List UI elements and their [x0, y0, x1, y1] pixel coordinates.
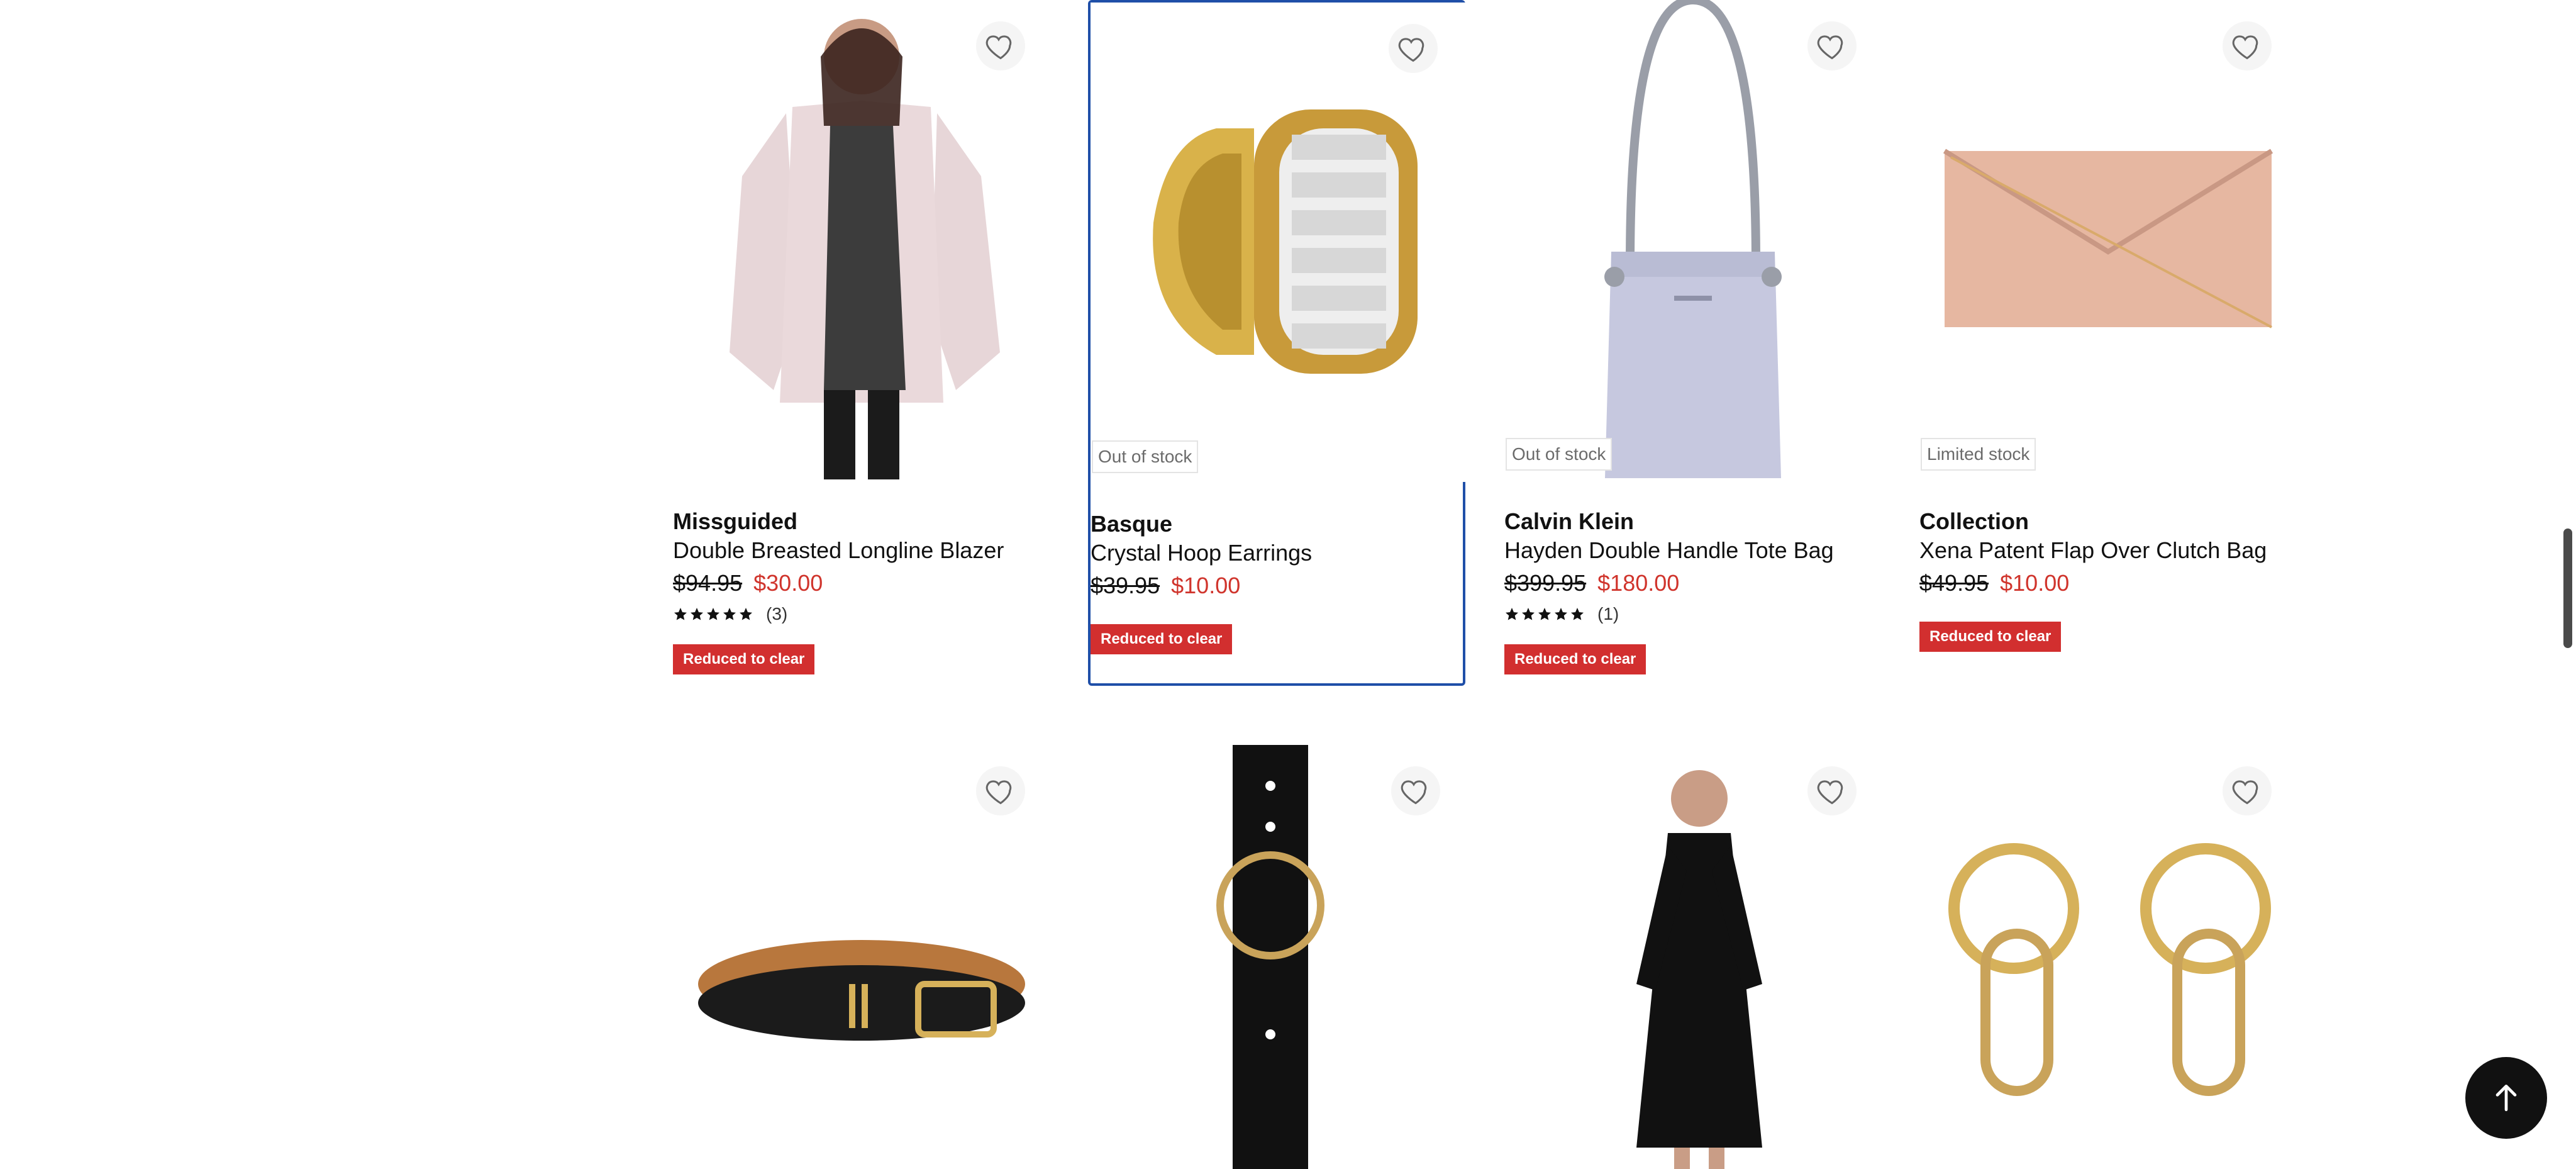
product-card[interactable]: [1504, 745, 1882, 1169]
rating[interactable]: (3): [673, 604, 787, 624]
product-name[interactable]: Hayden Double Handle Tote Bag: [1504, 537, 1834, 564]
product-name[interactable]: Crystal Hoop Earrings: [1091, 540, 1312, 566]
heart-outline-icon: [1817, 35, 1843, 60]
product-grid: Missguided Double Breasted Longline Blaz…: [0, 0, 2576, 1169]
scrollbar-thumb[interactable]: [2563, 529, 2572, 648]
product-brand[interactable]: Collection: [1919, 508, 2029, 535]
wishlist-button[interactable]: [1807, 21, 1857, 70]
review-count: (1): [1597, 604, 1619, 624]
product-image-earrings[interactable]: [1091, 3, 1468, 482]
price-now: $180.00: [1597, 570, 1680, 596]
wishlist-button[interactable]: [2223, 766, 2272, 815]
product-card[interactable]: [1088, 745, 1465, 1169]
star-icon: [1538, 608, 1551, 620]
price-now: $30.00: [753, 570, 823, 596]
product-card[interactable]: Missguided Double Breasted Longline Blaz…: [673, 0, 1050, 680]
product-brand[interactable]: Missguided: [673, 508, 797, 535]
product-card[interactable]: Limited stock Collection Xena Patent Fla…: [1919, 0, 2297, 680]
heart-outline-icon: [2232, 780, 2258, 805]
heart-outline-icon: [1817, 780, 1843, 805]
product-card[interactable]: Out of stock Calvin Klein Hayden Double …: [1504, 0, 1882, 680]
promo-tag: Reduced to clear: [1919, 622, 2062, 652]
product-image-clutch-bag[interactable]: [1919, 0, 2297, 479]
product-card[interactable]: Out of stock Basque Crystal Hoop Earring…: [1088, 0, 1468, 686]
wishlist-button[interactable]: [1391, 766, 1440, 815]
promo-tag: Reduced to clear: [1504, 644, 1646, 674]
stock-badge: Out of stock: [1506, 438, 1613, 471]
star-icon: [1571, 608, 1584, 620]
review-count: (3): [766, 604, 788, 624]
promo-tag: Reduced to clear: [673, 644, 815, 674]
star-icon: [723, 608, 736, 620]
product-price: $399.95 $180.00: [1504, 570, 1679, 596]
heart-outline-icon: [2232, 35, 2258, 60]
stock-badge: Limited stock: [1921, 438, 2036, 471]
heart-outline-icon: [985, 780, 1012, 805]
star-icon: [1555, 608, 1567, 620]
stars: [1504, 607, 1585, 622]
arrow-up-icon: [2496, 1085, 2517, 1111]
rating[interactable]: (1): [1504, 604, 1619, 624]
wishlist-button[interactable]: [976, 21, 1025, 70]
stock-badge: Out of stock: [1092, 440, 1199, 473]
product-name[interactable]: Double Breasted Longline Blazer: [673, 537, 1004, 564]
heart-outline-icon: [1401, 780, 1427, 805]
product-brand[interactable]: Calvin Klein: [1504, 508, 1634, 535]
wishlist-button[interactable]: [1807, 766, 1857, 815]
wishlist-button[interactable]: [976, 766, 1025, 815]
heart-outline-icon: [985, 35, 1012, 60]
price-was: $94.95: [673, 570, 743, 596]
price-was: $49.95: [1919, 570, 1989, 596]
product-name[interactable]: Xena Patent Flap Over Clutch Bag: [1919, 537, 2267, 564]
promo-tag: Reduced to clear: [1091, 624, 1233, 654]
product-price: $49.95 $10.00: [1919, 570, 2069, 596]
heart-outline-icon: [1398, 38, 1424, 62]
star-icon: [674, 608, 687, 620]
price-now: $10.00: [2000, 570, 2070, 596]
product-card[interactable]: [673, 745, 1050, 1169]
star-icon: [740, 608, 752, 620]
star-icon: [1522, 608, 1535, 620]
star-icon: [691, 608, 703, 620]
price-was: $399.95: [1504, 570, 1587, 596]
star-icon: [1506, 608, 1518, 620]
product-image-blazer[interactable]: [673, 0, 1050, 479]
wishlist-button[interactable]: [2223, 21, 2272, 70]
product-price: $39.95 $10.00: [1091, 573, 1240, 599]
product-card[interactable]: [1919, 745, 2297, 1169]
product-image-tote-bag[interactable]: [1504, 0, 1882, 479]
star-icon: [707, 608, 719, 620]
product-brand[interactable]: Basque: [1091, 511, 1172, 537]
back-to-top-button[interactable]: [2465, 1057, 2547, 1139]
price-was: $39.95: [1091, 573, 1160, 598]
product-price: $94.95 $30.00: [673, 570, 823, 596]
stars: [673, 607, 753, 622]
wishlist-button[interactable]: [1389, 24, 1438, 73]
price-now: $10.00: [1171, 573, 1241, 598]
